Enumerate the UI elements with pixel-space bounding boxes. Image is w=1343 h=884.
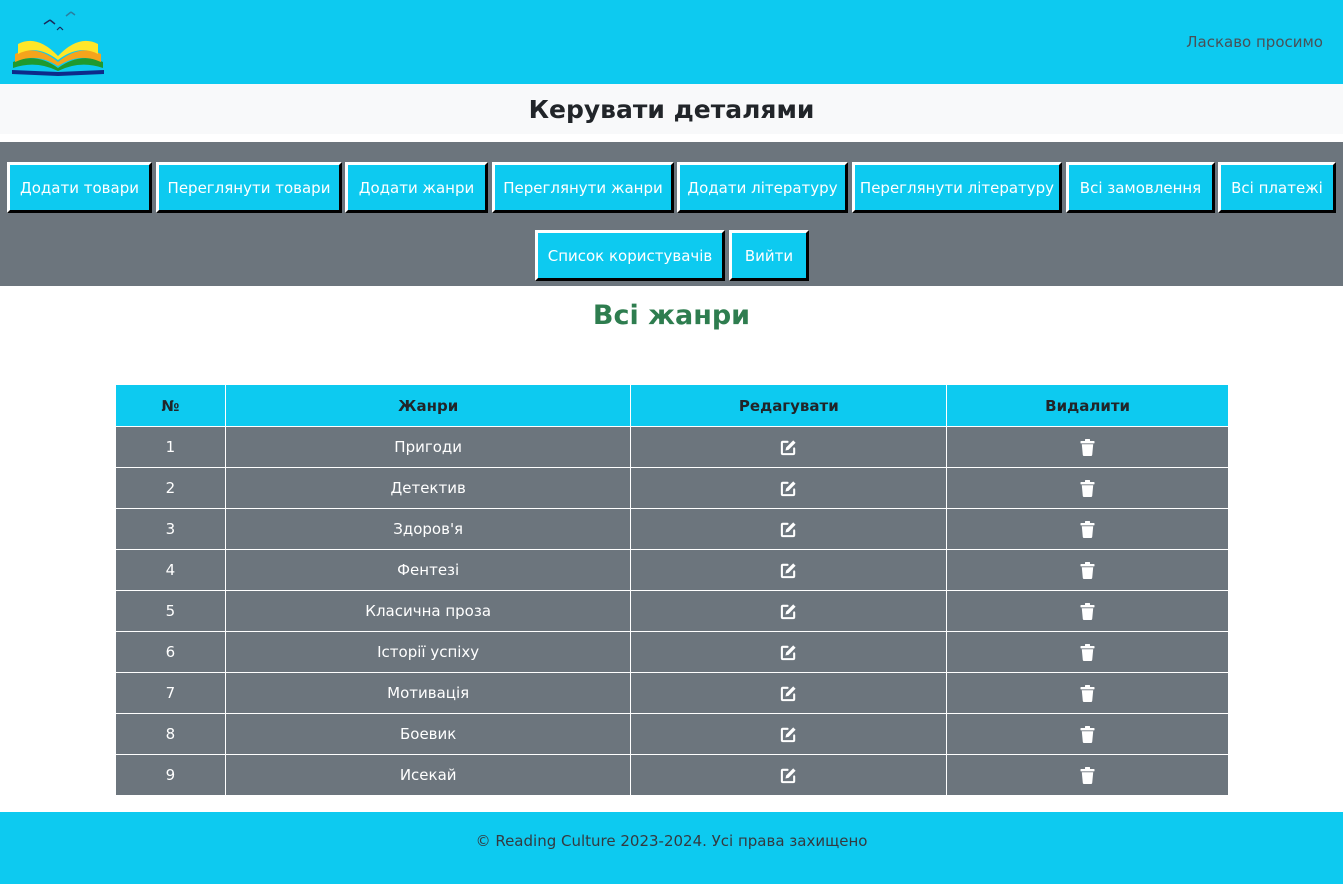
edit-icon[interactable] bbox=[780, 767, 797, 784]
edit-cell bbox=[630, 508, 948, 550]
trash-icon[interactable] bbox=[1080, 521, 1095, 538]
row-number: 8 bbox=[115, 713, 226, 755]
edit-icon[interactable] bbox=[780, 644, 797, 661]
trash-icon[interactable] bbox=[1080, 439, 1095, 456]
table-row: 2 Детектив bbox=[115, 467, 1229, 509]
header-genre: Жанри bbox=[224, 384, 632, 427]
row-genre: Здоров'я bbox=[224, 508, 632, 550]
add-genres-button[interactable]: Додати жанри bbox=[345, 162, 488, 213]
page-heading-band: Керувати деталями bbox=[0, 84, 1343, 134]
trash-icon[interactable] bbox=[1080, 685, 1095, 702]
header-edit: Редагувати bbox=[630, 384, 948, 427]
edit-icon[interactable] bbox=[780, 480, 797, 497]
copyright-text: © Reading Culture 2023-2024. Усі права з… bbox=[475, 832, 868, 850]
edit-cell bbox=[630, 426, 948, 468]
edit-icon[interactable] bbox=[780, 562, 797, 579]
row-number: 7 bbox=[115, 672, 226, 714]
edit-cell bbox=[630, 713, 948, 755]
edit-cell bbox=[630, 467, 948, 509]
table-row: 7 Мотивація bbox=[115, 672, 1229, 714]
row-genre: Исекай bbox=[224, 754, 632, 796]
view-products-button[interactable]: Переглянути товари bbox=[156, 162, 342, 213]
table-row: 5 Класична проза bbox=[115, 590, 1229, 632]
add-products-button[interactable]: Додати товари bbox=[7, 162, 152, 213]
row-number: 9 bbox=[115, 754, 226, 796]
logout-button[interactable]: Вийти bbox=[729, 230, 809, 281]
edit-cell bbox=[630, 631, 948, 673]
user-list-button[interactable]: Список користувачів bbox=[535, 230, 725, 281]
trash-icon[interactable] bbox=[1080, 726, 1095, 743]
delete-cell bbox=[946, 631, 1229, 673]
header-delete: Видалити bbox=[946, 384, 1229, 427]
row-number: 2 bbox=[115, 467, 226, 509]
delete-cell bbox=[946, 467, 1229, 509]
edit-icon[interactable] bbox=[780, 603, 797, 620]
row-number: 1 bbox=[115, 426, 226, 468]
edit-icon[interactable] bbox=[780, 726, 797, 743]
row-genre: Класична проза bbox=[224, 590, 632, 632]
open-book-logo-icon[interactable] bbox=[10, 10, 106, 76]
trash-icon[interactable] bbox=[1080, 644, 1095, 661]
all-payments-button[interactable]: Всі платежі bbox=[1218, 162, 1336, 213]
edit-cell bbox=[630, 754, 948, 796]
row-genre: Боевик bbox=[224, 713, 632, 755]
table-row: 1 Пригоди bbox=[115, 426, 1229, 468]
row-number: 3 bbox=[115, 508, 226, 550]
header-number: № bbox=[115, 384, 226, 427]
trash-icon[interactable] bbox=[1080, 480, 1095, 497]
trash-icon[interactable] bbox=[1080, 562, 1095, 579]
genres-table: № Жанри Редагувати Видалити 1 Пригоди 2 Дет… bbox=[115, 384, 1229, 796]
row-number: 4 bbox=[115, 549, 226, 591]
row-genre: Мотивація bbox=[224, 672, 632, 714]
add-literature-button[interactable]: Додати літературу bbox=[677, 162, 848, 213]
trash-icon[interactable] bbox=[1080, 603, 1095, 620]
view-genres-button[interactable]: Переглянути жанри bbox=[492, 162, 674, 213]
table-row: 9 Исекай bbox=[115, 754, 1229, 796]
trash-icon[interactable] bbox=[1080, 767, 1095, 784]
edit-icon[interactable] bbox=[780, 685, 797, 702]
row-genre: Історії успіху bbox=[224, 631, 632, 673]
edit-cell bbox=[630, 590, 948, 632]
row-genre: Детектив bbox=[224, 467, 632, 509]
table-row: 8 Боевик bbox=[115, 713, 1229, 755]
view-literature-button[interactable]: Переглянути літературу bbox=[852, 162, 1062, 213]
edit-cell bbox=[630, 672, 948, 714]
row-genre: Фентезі bbox=[224, 549, 632, 591]
edit-icon[interactable] bbox=[780, 521, 797, 538]
admin-nav: Додати товари Переглянути товари Додати … bbox=[0, 142, 1343, 286]
section-title: Всі жанри bbox=[592, 300, 751, 331]
top-bar: Ласкаво просимо bbox=[0, 0, 1343, 84]
delete-cell bbox=[946, 590, 1229, 632]
delete-cell bbox=[946, 508, 1229, 550]
delete-cell bbox=[946, 754, 1229, 796]
row-genre: Пригоди bbox=[224, 426, 632, 468]
row-number: 6 bbox=[115, 631, 226, 673]
genres-table-body: 1 Пригоди 2 Детектив 3 Здоров'я 4 Фентезі 5 Класи… bbox=[115, 426, 1229, 796]
row-number: 5 bbox=[115, 590, 226, 632]
delete-cell bbox=[946, 549, 1229, 591]
delete-cell bbox=[946, 426, 1229, 468]
page-title: Керувати деталями bbox=[528, 95, 815, 124]
edit-cell bbox=[630, 549, 948, 591]
table-row: 4 Фентезі bbox=[115, 549, 1229, 591]
footer: © Reading Culture 2023-2024. Усі права з… bbox=[0, 812, 1343, 884]
delete-cell bbox=[946, 713, 1229, 755]
table-header-row: № Жанри Редагувати Видалити bbox=[115, 384, 1229, 427]
delete-cell bbox=[946, 672, 1229, 714]
all-orders-button[interactable]: Всі замовлення bbox=[1066, 162, 1215, 213]
table-row: 3 Здоров'я bbox=[115, 508, 1229, 550]
edit-icon[interactable] bbox=[780, 439, 797, 456]
welcome-text: Ласкаво просимо bbox=[1186, 33, 1323, 51]
table-row: 6 Історії успіху bbox=[115, 631, 1229, 673]
